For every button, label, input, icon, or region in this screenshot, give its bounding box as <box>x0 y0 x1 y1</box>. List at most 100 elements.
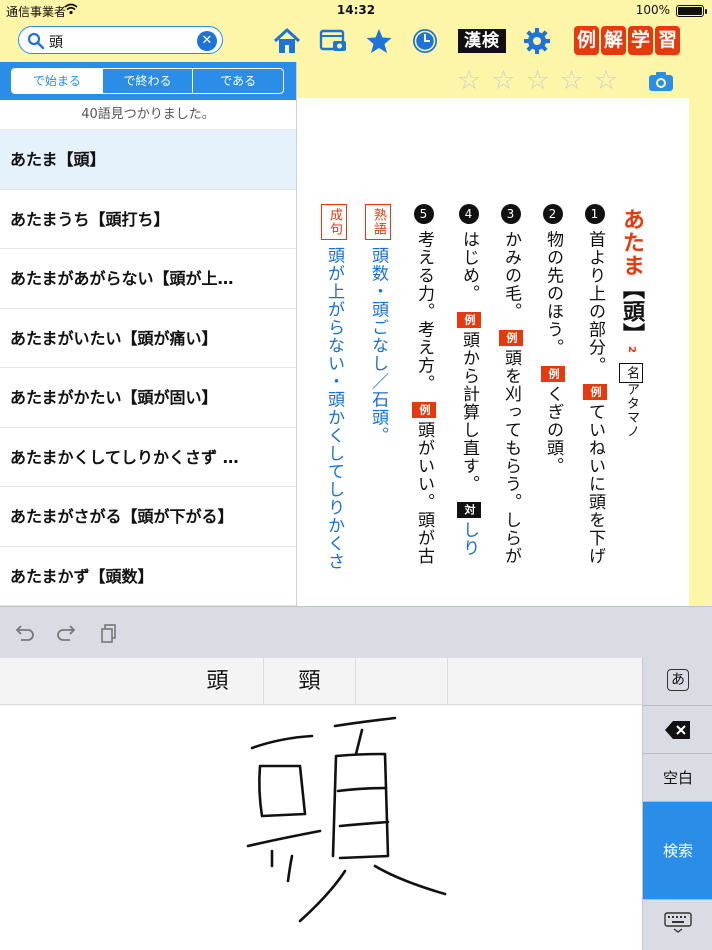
sense-number: 3 <box>501 204 521 224</box>
gear-icon[interactable] <box>522 26 552 56</box>
pos-label: 名 <box>619 362 643 383</box>
example-tag: 例 <box>541 365 565 382</box>
sense-number: 2 <box>543 204 563 224</box>
undo-icon[interactable] <box>12 621 36 645</box>
keyboard-dismiss-key[interactable] <box>643 900 712 950</box>
compound-words: 熟語 頭数・頭ごなし／石頭。 <box>365 204 391 444</box>
search-icon <box>27 32 45 50</box>
sense-example: 頭がいい。頭が古 <box>414 420 434 565</box>
clear-icon[interactable]: ✕ <box>197 31 217 51</box>
example-tag: 例 <box>412 401 436 418</box>
star-outline-icon[interactable]: ☆ <box>594 66 618 96</box>
list-item[interactable]: あたまかず【頭数】 <box>0 547 296 606</box>
kana-switch-key[interactable]: あ <box>643 658 712 706</box>
sense-4: 4 はじめ。 例頭から計算し直す。 対しり <box>457 204 481 557</box>
entry-headword: あたま【頭】2 名アタマノ <box>619 208 644 439</box>
sense-number: 5 <box>414 204 434 224</box>
candidate-item[interactable]: 頸 <box>264 658 356 705</box>
backspace-icon <box>665 721 690 739</box>
result-count: 40語見つかりました。 <box>0 100 296 130</box>
rating-stars[interactable]: ☆ ☆ ☆ ☆ ☆ <box>457 66 618 96</box>
sense-2: 2 物の先のほう。 例くぎの頭。 <box>541 204 565 475</box>
redo-icon[interactable] <box>55 621 79 645</box>
list-item[interactable]: あたまかくしてしりかくさず … <box>0 428 296 487</box>
headword: あたま <box>619 208 644 277</box>
home-icon[interactable] <box>272 26 302 56</box>
example-tag: 例 <box>457 311 481 328</box>
sense-text: かみの毛。 <box>501 230 521 321</box>
jukugo-text[interactable]: 頭数・頭ごなし／石頭。 <box>368 246 388 444</box>
star-outline-icon[interactable]: ☆ <box>457 66 481 96</box>
sense-3: 3 かみの毛。 例頭を刈ってもらう。しらが <box>499 204 523 565</box>
window-camera-icon[interactable] <box>318 26 348 56</box>
clock-time: 14:32 <box>336 3 376 17</box>
status-bar: 通信事業者 14:32 100% <box>0 0 712 20</box>
sense-example: 頭から計算し直す。 <box>459 330 479 493</box>
sense-example: くぎの頭。 <box>543 384 563 475</box>
paste-icon[interactable] <box>97 621 121 645</box>
search-input[interactable]: 頭 ✕ <box>18 26 223 54</box>
jukugo-label: 熟語 <box>365 204 391 240</box>
reikai-gakushu-logo: 例 解 学 習 <box>574 26 680 55</box>
logo-char: 例 <box>574 26 599 55</box>
logo-char: 学 <box>628 26 653 55</box>
sense-text: はじめ。 <box>459 230 479 303</box>
dictionary-pane: ☆ ☆ ☆ ☆ ☆ あたま【頭】2 名アタマノ 1 首より上の部分。 例ていねい… <box>297 62 712 606</box>
clock-icon[interactable] <box>410 26 440 56</box>
sense-example: 頭を刈ってもらう。しらが <box>501 348 521 565</box>
candidate-item[interactable] <box>356 658 448 705</box>
top-toolbar: 頭 ✕ 漢検 例 解 学 習 <box>0 20 712 62</box>
star-icon[interactable] <box>364 26 394 56</box>
grade-number: 2 <box>626 346 637 354</box>
battery-percent: 100% <box>635 3 670 17</box>
list-item[interactable]: あたまがあがらない【頭が上… <box>0 249 296 309</box>
headword-kanji: 【頭】 <box>619 277 644 346</box>
sense-text: 考える力。考え方。 <box>414 230 434 393</box>
star-outline-icon[interactable]: ☆ <box>560 66 584 96</box>
kana-key-label: あ <box>667 669 689 691</box>
match-mode-bar: で始まる で終わる である <box>0 62 296 100</box>
search-value: 頭 <box>49 35 63 51</box>
segment-ends-with[interactable]: で終わる <box>101 69 193 93</box>
list-item[interactable]: あたま【頭】 <box>0 130 296 190</box>
list-item[interactable]: あたまうち【頭打ち】 <box>0 190 296 249</box>
list-item[interactable]: あたまがいたい【頭が痛い】 <box>0 309 296 368</box>
keyboard-toolbar <box>0 606 712 658</box>
accent-label: アタマノ <box>624 382 639 439</box>
antonym-link[interactable]: しり <box>459 521 479 557</box>
seiku-text[interactable]: 頭が上がらない・頭かくしてしりかくさ <box>324 246 344 570</box>
candidate-item[interactable]: 頭 <box>172 658 264 705</box>
antonym-tag: 対 <box>457 502 481 519</box>
example-tag: 例 <box>583 383 607 400</box>
sense-text: 物の先のほう。 <box>543 230 563 357</box>
delete-key[interactable] <box>643 706 712 754</box>
keyboard-icon <box>664 912 692 933</box>
sense-1: 1 首より上の部分。 例ていねいに頭を下げ <box>583 204 607 565</box>
list-item[interactable]: あたまがかたい【頭が固い】 <box>0 368 296 428</box>
sense-5: 5 考える力。考え方。 例頭がいい。頭が古 <box>412 204 436 565</box>
example-tag: 例 <box>499 329 523 346</box>
sense-number: 1 <box>585 204 605 224</box>
space-key[interactable]: 空白 <box>643 754 712 802</box>
handwriting-keyboard: 頭 頸 あ 空白 検索 <box>0 658 712 950</box>
sense-number: 4 <box>459 204 479 224</box>
segment-starts-with[interactable]: で始まる <box>12 69 102 93</box>
sense-text: 首より上の部分。 <box>585 230 605 375</box>
logo-char: 解 <box>601 26 626 55</box>
sense-example: ていねいに頭を下げ <box>585 402 605 565</box>
dictionary-page: あたま【頭】2 名アタマノ 1 首より上の部分。 例ていねいに頭を下げ 2 物の… <box>297 98 689 606</box>
search-key[interactable]: 検索 <box>643 802 712 900</box>
handwriting-canvas[interactable] <box>0 706 642 950</box>
keyboard-side-keys: あ 空白 検索 <box>642 658 712 950</box>
camera-icon[interactable] <box>648 70 674 92</box>
kanken-button[interactable]: 漢検 <box>458 29 506 53</box>
match-mode-segmented-control: で始まる で終わる である <box>11 68 284 94</box>
results-pane: で始まる で終わる である 40語見つかりました。 あたま【頭】 あたまうち【頭… <box>0 62 297 606</box>
logo-char: 習 <box>655 26 680 55</box>
star-outline-icon[interactable]: ☆ <box>491 66 515 96</box>
candidate-bar: 頭 頸 <box>0 658 642 705</box>
star-outline-icon[interactable]: ☆ <box>525 66 549 96</box>
list-item[interactable]: あたまがさがる【頭が下がる】 <box>0 487 296 547</box>
segment-exact[interactable]: である <box>192 69 283 93</box>
idioms: 成句 頭が上がらない・頭かくしてしりかくさ <box>321 204 347 570</box>
